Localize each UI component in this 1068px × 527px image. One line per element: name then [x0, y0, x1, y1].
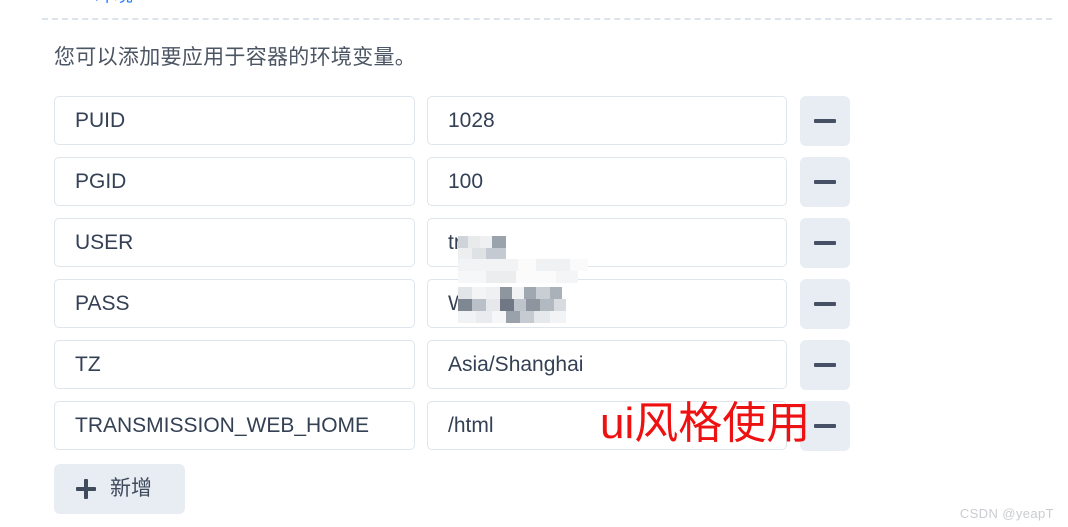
tab-strip: 环境	[0, 0, 1068, 20]
plus-icon	[76, 479, 96, 499]
section-description: 您可以添加要应用于容器的环境变量。	[54, 46, 417, 69]
add-env-var-button[interactable]: 新增	[54, 464, 185, 514]
env-value-input-0[interactable]: 1028	[427, 96, 787, 145]
minus-icon	[814, 302, 836, 306]
env-name-input-1[interactable]: PGID	[54, 157, 415, 206]
env-value-input-4[interactable]: Asia/Shanghai	[427, 340, 787, 389]
watermark: CSDN @yeapT	[959, 506, 1054, 521]
env-value-input-2[interactable]: tr	[427, 218, 787, 267]
env-name-input-2[interactable]: USER	[54, 218, 415, 267]
env-name-input-0[interactable]: PUID	[54, 96, 415, 145]
env-name-input-5[interactable]: TRANSMISSION_WEB_HOME	[54, 401, 415, 450]
minus-icon	[814, 363, 836, 367]
section-divider	[42, 18, 1052, 20]
minus-icon	[814, 424, 836, 428]
remove-row-button-2[interactable]	[800, 218, 850, 268]
table-row: PGID 100	[54, 157, 854, 218]
remove-row-button-1[interactable]	[800, 157, 850, 207]
minus-icon	[814, 180, 836, 184]
minus-icon	[814, 241, 836, 245]
add-env-var-label: 新增	[110, 477, 152, 500]
red-annotation: ui风格使用	[600, 399, 811, 448]
remove-row-button-3[interactable]	[800, 279, 850, 329]
env-value-input-3[interactable]: W	[427, 279, 787, 328]
env-value-input-1[interactable]: 100	[427, 157, 787, 206]
table-row: USER tr	[54, 218, 854, 279]
env-name-input-3[interactable]: PASS	[54, 279, 415, 328]
table-row: PUID 1028	[54, 96, 854, 157]
table-row: TZ Asia/Shanghai	[54, 340, 854, 401]
minus-icon	[814, 119, 836, 123]
table-row: PASS W	[54, 259, 854, 340]
remove-row-button-0[interactable]	[800, 96, 850, 146]
tab-environment[interactable]: 环境	[95, 0, 133, 8]
remove-row-button-4[interactable]	[800, 340, 850, 390]
env-name-input-4[interactable]: TZ	[54, 340, 415, 389]
